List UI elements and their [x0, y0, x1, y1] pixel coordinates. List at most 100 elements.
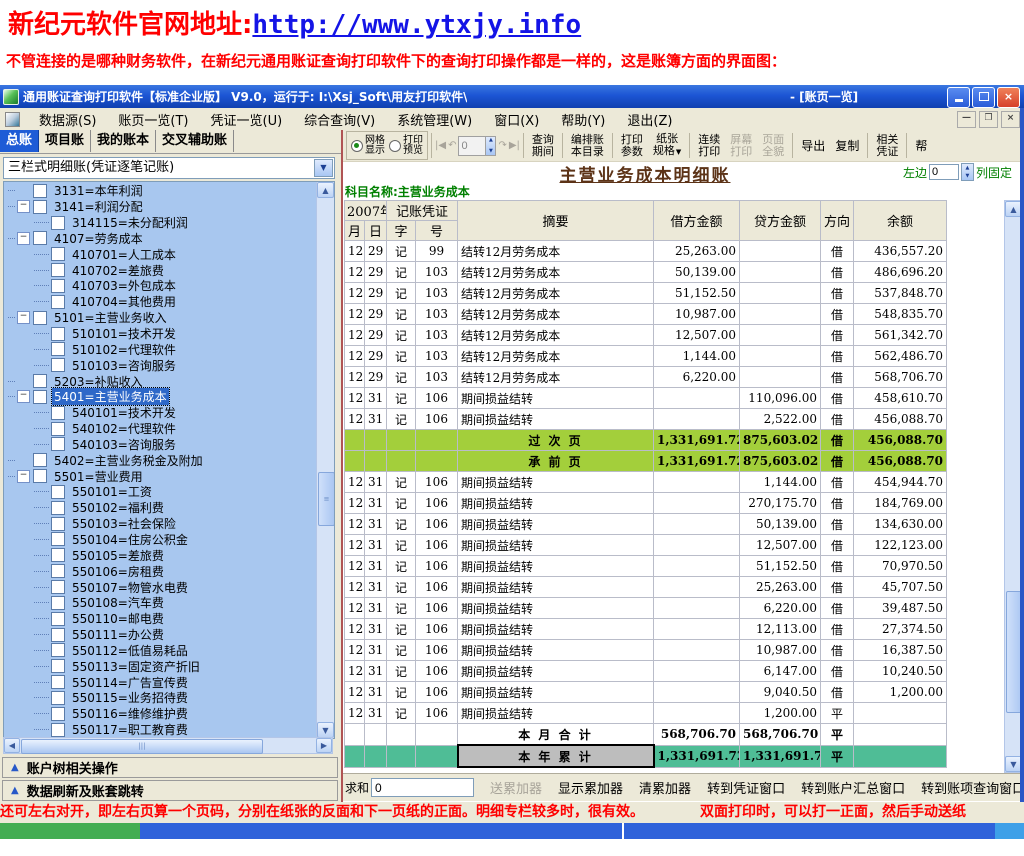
ledger-row[interactable]: 12 31 记 106 期间损益结转 1,144.00 借 454,944.70: [345, 472, 947, 493]
account-tree-item[interactable]: − 550102=福利费: [4, 500, 317, 516]
tree-checkbox[interactable]: [51, 723, 65, 737]
tree-checkbox[interactable]: [51, 612, 65, 626]
ledger-row[interactable]: 12 31 记 106 期间损益结转 9,040.50 借 1,200.00: [345, 682, 947, 703]
tree-checkbox[interactable]: [51, 580, 65, 594]
ledger-row[interactable]: 12 31 记 106 期间损益结转 110,096.00 借 458,610.…: [345, 388, 947, 409]
menu-item[interactable]: 窗口(X): [483, 112, 550, 131]
ledger-tab[interactable]: 交叉辅助账: [156, 130, 234, 152]
account-tree-item[interactable]: − 550115=业务招待费: [4, 690, 317, 706]
nav-first-button[interactable]: |◀: [435, 140, 446, 151]
accumulator-button[interactable]: 清累加器: [639, 782, 691, 797]
tree-vertical-scrollbar[interactable]: ▲ ≡ ▼: [316, 182, 334, 738]
account-tree-item[interactable]: − 5402=主营业务税金及附加: [4, 452, 317, 468]
ledger-row[interactable]: 12 31 记 106 期间损益结转 10,987.00 借 16,387.50: [345, 640, 947, 661]
ledger-row[interactable]: 承 前 页 1,331,691.72 875,603.02 借 456,088.…: [345, 451, 947, 472]
menu-item[interactable]: 系统管理(W): [386, 112, 483, 131]
nav-prev-button[interactable]: ↶: [448, 140, 456, 151]
tree-checkbox[interactable]: [51, 406, 65, 420]
query-period-button[interactable]: 查询 期间: [527, 133, 559, 159]
tree-checkbox[interactable]: [33, 231, 47, 245]
tree-checkbox[interactable]: [51, 263, 65, 277]
ledger-type-select[interactable]: 三栏式明细账(凭证逐笔记账) ▼: [3, 157, 335, 179]
account-tree-item[interactable]: − 550108=汽车费: [4, 595, 317, 611]
ledger-row[interactable]: 12 31 记 106 期间损益结转 25,263.00 借 45,707.50: [345, 577, 947, 598]
account-tree-item[interactable]: − 314115=未分配利润: [4, 215, 317, 231]
accumulator-button[interactable]: 转到凭证窗口: [707, 782, 785, 797]
tree-checkbox[interactable]: [51, 437, 65, 451]
tree-checkbox[interactable]: [51, 517, 65, 531]
ledger-tab[interactable]: 我的账本: [91, 130, 156, 152]
account-tree-item[interactable]: − 410702=差旅费: [4, 262, 317, 278]
ledger-row[interactable]: 12 29 记 103 结转12月劳务成本 50,139.00 借 486,69…: [345, 262, 947, 283]
ledger-tab[interactable]: 总账: [0, 130, 39, 152]
account-tree-item[interactable]: − 510102=代理软件: [4, 341, 317, 357]
page-spinner[interactable]: ▲▼: [458, 136, 496, 156]
nav-next-button[interactable]: ↷: [498, 140, 506, 151]
account-tree-item[interactable]: − 540102=代理软件: [4, 421, 317, 437]
account-tree-item[interactable]: − 550104=住房公积金: [4, 532, 317, 548]
account-tree-item[interactable]: − 550114=广告宣传费: [4, 674, 317, 690]
ledger-row[interactable]: 12 31 记 106 期间损益结转 1,200.00 平: [345, 703, 947, 724]
account-tree-item[interactable]: − 550111=办公费: [4, 627, 317, 643]
accumulator-button[interactable]: 送累加器: [490, 782, 542, 797]
account-tree-item[interactable]: − 540101=技术开发: [4, 405, 317, 421]
ledger-row[interactable]: 12 31 记 106 期间损益结转 2,522.00 借 456,088.70: [345, 409, 947, 430]
tree-checkbox[interactable]: [51, 564, 65, 578]
tree-horizontal-scrollbar[interactable]: ◀ ||| ▶: [3, 737, 333, 754]
account-tree-item[interactable]: − 410703=外包成本: [4, 278, 317, 294]
account-tree-item[interactable]: − 550110=邮电费: [4, 611, 317, 627]
account-tree-item[interactable]: − 510101=技术开发: [4, 326, 317, 342]
tree-checkbox[interactable]: [51, 279, 65, 293]
spin-up-icon[interactable]: ▲: [962, 164, 973, 172]
mdi-minimize-button[interactable]: —: [957, 111, 976, 128]
table-vertical-scrollbar[interactable]: ▲ ▼: [1004, 200, 1021, 773]
tree-checkbox[interactable]: [33, 453, 47, 467]
continuous-print-button[interactable]: 连续 打印: [693, 133, 725, 159]
accumulator-button[interactable]: 转到账户汇总窗口: [801, 782, 905, 797]
ledger-row[interactable]: 12 29 记 103 结转12月劳务成本 6,220.00 借 568,706…: [345, 367, 947, 388]
close-button[interactable]: ×: [997, 87, 1020, 108]
menu-item[interactable]: 退出(Z): [616, 112, 683, 131]
accumulator-button[interactable]: 显示累加器: [558, 782, 623, 797]
ledger-row[interactable]: 12 29 记 103 结转12月劳务成本 1,144.00 借 562,486…: [345, 346, 947, 367]
ledger-row[interactable]: 过 次 页 1,331,691.72 875,603.02 借 456,088.…: [345, 430, 947, 451]
tree-checkbox[interactable]: [33, 311, 47, 325]
scroll-down-icon[interactable]: ▼: [317, 722, 334, 738]
tree-checkbox[interactable]: [51, 247, 65, 261]
account-tree-item[interactable]: − 510103=咨询服务: [4, 357, 317, 373]
left-col-input[interactable]: [929, 164, 959, 180]
ledger-tab[interactable]: 项目账: [39, 130, 91, 152]
tree-expander-icon[interactable]: −: [17, 311, 30, 324]
tree-checkbox[interactable]: [51, 691, 65, 705]
paper-dropdown-icon[interactable]: ▼: [676, 148, 681, 156]
tree-checkbox[interactable]: [51, 485, 65, 499]
menu-item[interactable]: 凭证一览(U): [200, 112, 294, 131]
ledger-row[interactable]: 12 29 记 99 结转12月劳务成本 25,263.00 借 436,557…: [345, 241, 947, 262]
print-params-button[interactable]: 打印 参数: [616, 133, 648, 159]
spin-up-icon[interactable]: ▲: [486, 137, 495, 144]
tree-checkbox[interactable]: [51, 358, 65, 372]
tree-checkbox[interactable]: [51, 596, 65, 610]
tree-checkbox[interactable]: [51, 422, 65, 436]
account-tree-item[interactable]: − 410701=人工成本: [4, 246, 317, 262]
mdi-close-button[interactable]: ×: [1001, 111, 1020, 128]
account-tree-item[interactable]: − 550116=维修维护费: [4, 706, 317, 722]
account-tree-item[interactable]: − 3141=利润分配: [4, 199, 317, 215]
panel-account-tree-ops[interactable]: ▲ 账户树相关操作: [2, 757, 338, 778]
minimize-button[interactable]: [947, 87, 970, 108]
ledger-row[interactable]: 12 31 记 106 期间损益结转 6,147.00 借 10,240.50: [345, 661, 947, 682]
spin-down-icon[interactable]: ▼: [486, 148, 495, 155]
mdi-restore-button[interactable]: ❐: [979, 111, 998, 128]
account-tree-item[interactable]: − 550107=物管水电费: [4, 579, 317, 595]
tree-checkbox[interactable]: [51, 628, 65, 642]
tree-checkbox[interactable]: [51, 342, 65, 356]
dropdown-arrow-icon[interactable]: ▼: [314, 159, 333, 177]
account-tree-item[interactable]: − 550105=差旅费: [4, 547, 317, 563]
spin-down-icon[interactable]: ▼: [962, 172, 973, 180]
tree-expander-icon[interactable]: −: [17, 390, 30, 403]
tree-checkbox[interactable]: [33, 184, 47, 198]
account-tree-item[interactable]: − 5101=主营业务收入: [4, 310, 317, 326]
account-tree-item[interactable]: − 4107=劳务成本: [4, 231, 317, 247]
ledger-row[interactable]: 12 29 记 103 结转12月劳务成本 10,987.00 借 548,83…: [345, 304, 947, 325]
left-col-spinner[interactable]: ▲▼: [961, 163, 974, 181]
